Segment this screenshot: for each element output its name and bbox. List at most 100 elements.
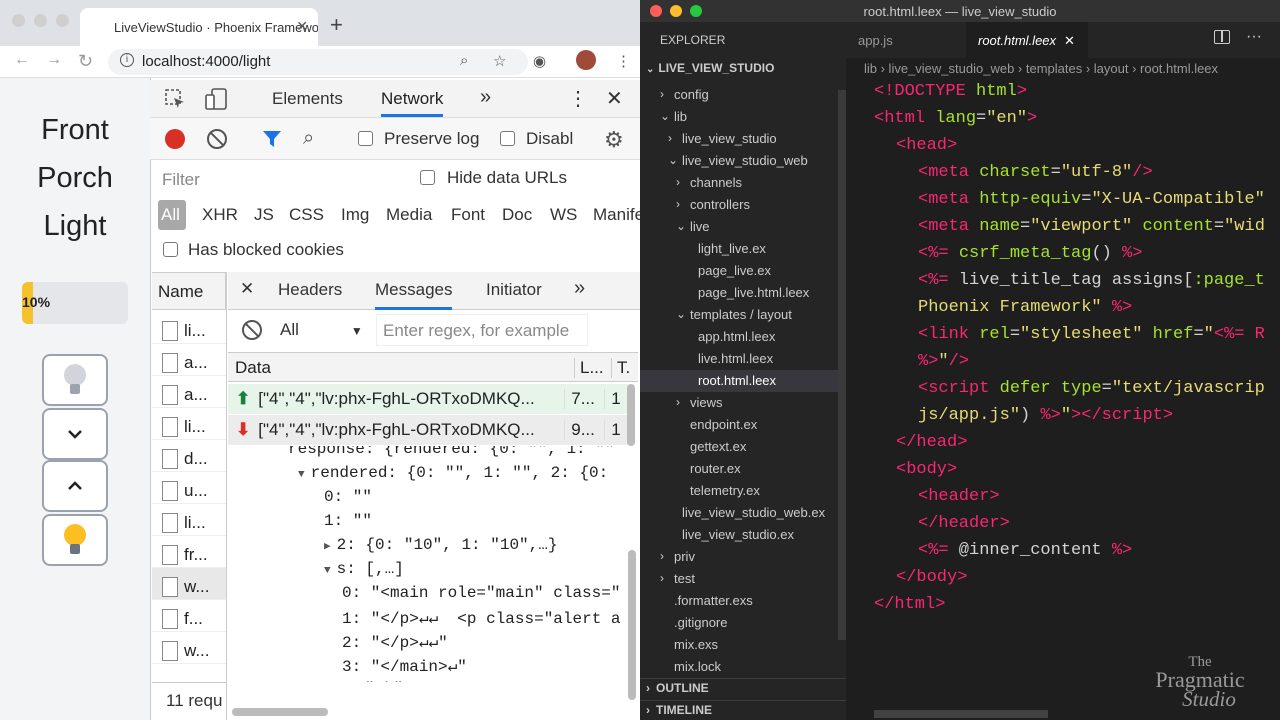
close-detail-icon[interactable]: ✕ (240, 279, 254, 299)
tab-messages[interactable]: Messages (375, 280, 453, 310)
message-type-select[interactable]: All ▼ (280, 320, 363, 340)
code-line[interactable]: <html lang="en"> (874, 109, 1037, 128)
explorer-item[interactable]: .gitignore (640, 612, 838, 634)
message-row-received[interactable]: ⬇ ["4","4","lv:phx-FghL-ORTxoDMKQ... 9..… (228, 415, 628, 445)
data-column-header[interactable]: Data (235, 358, 271, 378)
light-up-button[interactable] (42, 460, 108, 512)
close-devtools-icon[interactable]: ✕ (606, 86, 623, 111)
light-off-button[interactable] (42, 354, 108, 406)
explorer-item[interactable]: › live_view_studio (640, 128, 838, 150)
explorer-item[interactable]: page_live.ex (640, 260, 838, 282)
breadcrumb[interactable]: lib › live_view_studio_web › templates ›… (846, 58, 1280, 80)
message-regex-input[interactable]: Enter regex, for example (376, 314, 588, 346)
tree-node[interactable]: ▼ rendered: {0: "", 1: "", 2: {0: (298, 464, 608, 482)
horizontal-scrollbar[interactable] (232, 708, 328, 716)
bookmark-star-icon[interactable]: ☆ (493, 52, 506, 70)
close-window-button[interactable] (650, 5, 662, 17)
request-row[interactable]: f... (152, 600, 226, 632)
tab-initiator[interactable]: Initiator (486, 280, 542, 300)
explorer-item[interactable]: › channels (640, 172, 838, 194)
messages-scrollbar[interactable] (627, 384, 635, 446)
explorer-item[interactable]: page_live.html.leex (640, 282, 838, 304)
code-line[interactable]: </head> (896, 433, 967, 452)
explorer-item[interactable]: router.ex (640, 458, 838, 480)
type-filter-ws[interactable]: WS (550, 205, 577, 225)
light-on-button[interactable] (42, 514, 108, 566)
more-actions-icon[interactable]: ··· (1246, 28, 1262, 46)
editor-horizontal-scrollbar[interactable] (874, 710, 1048, 718)
request-row[interactable]: a... (152, 344, 226, 376)
code-line[interactable]: <%= @inner_content %> (918, 541, 1132, 560)
code-line[interactable]: <%= live_title_tag assigns[:page_t (918, 271, 1265, 290)
tree-node[interactable]: ▼ s: [,…] (324, 560, 404, 578)
code-line[interactable]: %>"/> (918, 352, 969, 371)
maximize-window-button[interactable] (56, 14, 69, 27)
code-line[interactable]: <head> (896, 136, 957, 155)
tab-app-js[interactable]: app.js (846, 22, 966, 58)
explorer-item[interactable]: gettext.ex (640, 436, 838, 458)
code-line[interactable]: <meta http-equiv="X-UA-Compatible" (918, 190, 1265, 209)
explorer-item[interactable]: ⌄ live (640, 216, 838, 238)
profile-avatar[interactable] (576, 50, 596, 70)
explorer-item[interactable]: ⌄ lib (640, 106, 838, 128)
explorer-item[interactable]: live_view_studio_web.ex (640, 502, 838, 524)
close-window-button[interactable] (12, 14, 25, 27)
type-filter-img[interactable]: Img (341, 205, 369, 225)
request-row[interactable]: w... (152, 632, 226, 664)
code-line[interactable]: </body> (896, 568, 967, 587)
code-line[interactable]: <!DOCTYPE html> (874, 82, 1027, 101)
type-filter-all[interactable]: All (158, 200, 186, 230)
outline-section[interactable]: › OUTLINE (646, 681, 709, 695)
sidebar-scrollbar[interactable] (838, 90, 846, 640)
explorer-item[interactable]: › views (640, 392, 838, 414)
minimize-window-button[interactable] (670, 5, 682, 17)
explorer-item[interactable]: ⌄ live_view_studio_web (640, 150, 838, 172)
code-line[interactable]: <meta charset="utf-8"/> (918, 163, 1153, 182)
length-column-header[interactable]: L... (574, 358, 604, 378)
filter-icon[interactable] (261, 128, 283, 155)
expand-down-icon[interactable]: ▼ (324, 565, 331, 577)
explorer-item[interactable]: live_view_studio.ex (640, 524, 838, 546)
filter-input[interactable]: Filter (158, 165, 402, 193)
reload-icon[interactable]: ↻ (78, 51, 93, 72)
record-icon[interactable] (165, 129, 185, 149)
split-editor-icon[interactable] (1214, 30, 1230, 44)
device-toolbar-icon[interactable] (204, 88, 228, 115)
request-row[interactable]: w... (152, 568, 226, 600)
timeline-section[interactable]: › TIMELINE (646, 703, 712, 717)
type-filter-font[interactable]: Font (451, 205, 485, 225)
request-row[interactable]: fr... (152, 536, 226, 568)
request-row[interactable]: u... (152, 472, 226, 504)
clear-icon[interactable] (207, 129, 227, 149)
request-row[interactable]: li... (152, 408, 226, 440)
tab-root-html-leex[interactable]: root.html.leex ✕ (966, 22, 1088, 58)
type-filter-js[interactable]: JS (254, 205, 274, 225)
code-line[interactable]: </html> (874, 595, 945, 614)
request-row[interactable]: li... (152, 312, 226, 344)
close-tab-icon[interactable]: ✕ (1064, 33, 1075, 48)
explorer-item[interactable]: .formatter.exs (640, 590, 838, 612)
maximize-window-button[interactable] (690, 5, 702, 17)
devtools-menu-icon[interactable]: ⋮ (568, 86, 588, 111)
code-line[interactable]: <%= csrf_meta_tag() %> (918, 244, 1142, 263)
detail-scrollbar[interactable] (628, 550, 636, 700)
blocked-cookies-checkbox[interactable] (163, 242, 178, 257)
more-detail-tabs-icon[interactable]: » (574, 277, 585, 300)
time-column-header[interactable]: T. (611, 358, 630, 378)
site-info-icon[interactable]: i (120, 53, 134, 67)
close-tab-icon[interactable]: ✕ (296, 18, 308, 35)
name-column-header[interactable]: Name (152, 272, 226, 310)
preserve-log-checkbox[interactable] (358, 131, 373, 146)
request-row[interactable]: d... (152, 440, 226, 472)
new-tab-button[interactable]: + (330, 12, 343, 38)
browser-menu-icon[interactable]: ⋮ (616, 52, 631, 70)
explorer-item[interactable]: telemetry.ex (640, 480, 838, 502)
tab-headers[interactable]: Headers (278, 280, 342, 300)
expand-right-icon[interactable]: ▶ (324, 541, 331, 553)
explorer-item[interactable]: ⌄ templates / layout (640, 304, 838, 326)
tree-node[interactable]: ▶ 2: {0: "10", 1: "10",…} (324, 536, 557, 554)
forward-icon[interactable]: → (46, 51, 62, 69)
gear-icon[interactable]: ⚙ (604, 127, 624, 153)
explorer-item[interactable]: live.html.leex (640, 348, 838, 370)
type-filter-media[interactable]: Media (386, 205, 432, 225)
